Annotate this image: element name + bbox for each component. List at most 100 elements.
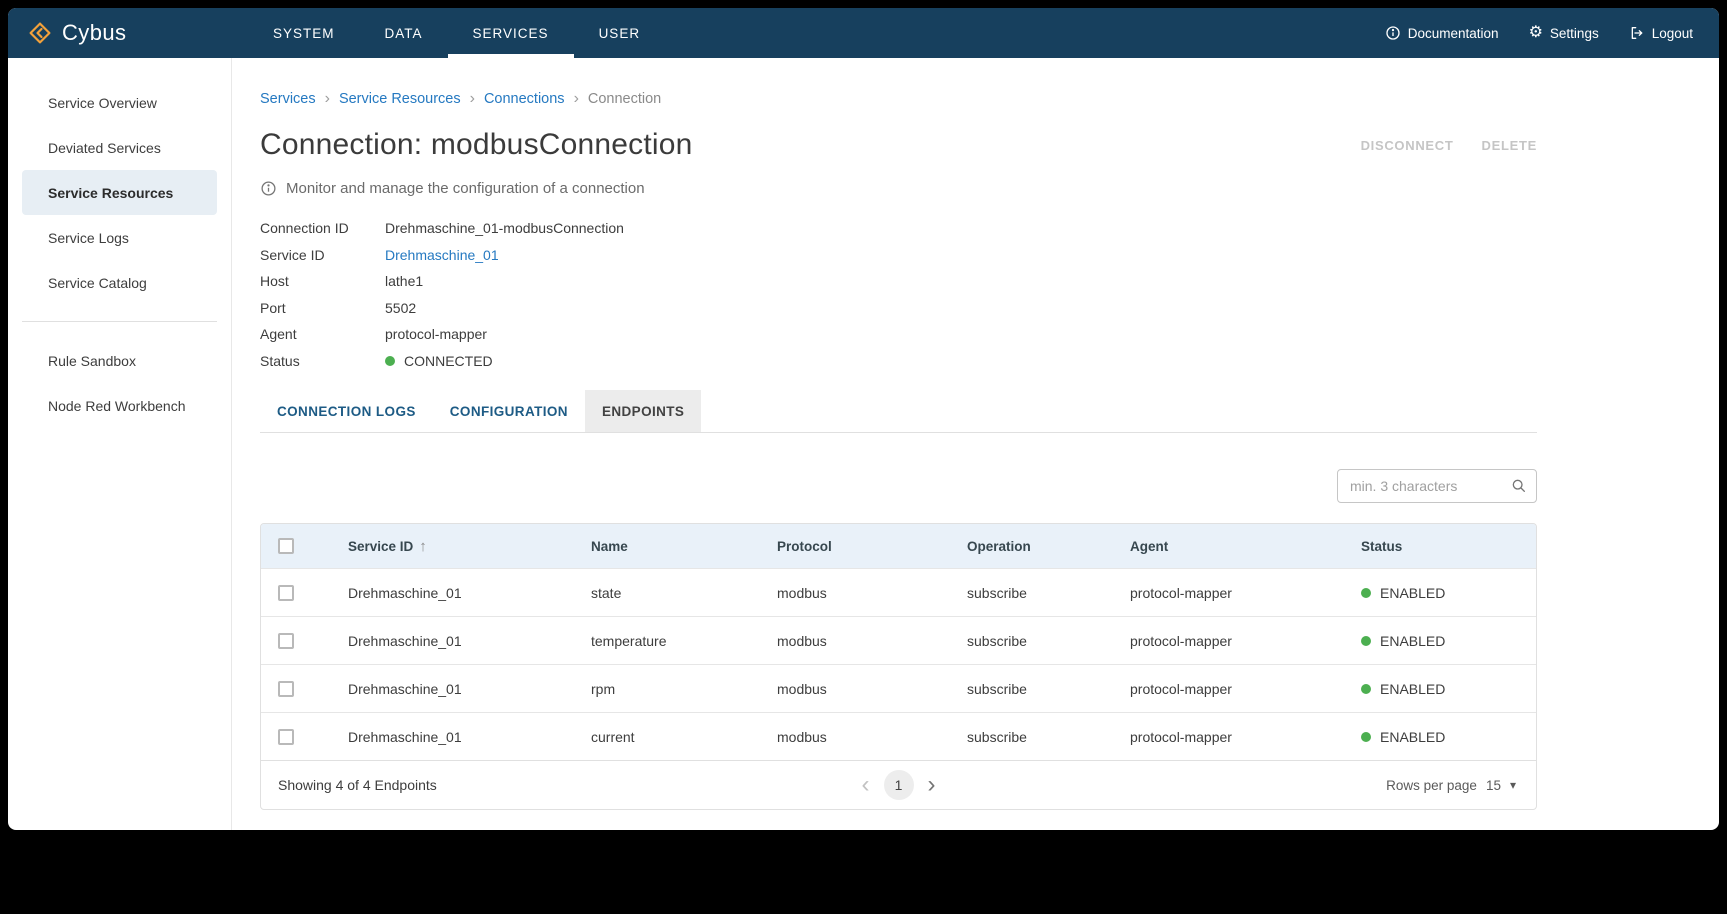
documentation-label: Documentation: [1408, 26, 1499, 41]
logout-button[interactable]: Logout: [1629, 25, 1693, 41]
table-row[interactable]: Drehmaschine_01 state modbus subscribe p…: [261, 568, 1536, 616]
detail-label: Connection ID: [260, 220, 385, 236]
status-badge: ENABLED: [1361, 681, 1445, 697]
cell-protocol: modbus: [761, 729, 951, 745]
detail-host: Host lathe1: [260, 268, 1537, 295]
logout-label: Logout: [1652, 26, 1693, 41]
previous-page-icon[interactable]: ‹: [862, 773, 870, 797]
breadcrumb-current: Connection: [588, 91, 661, 107]
nav-tab-data[interactable]: DATA: [360, 8, 448, 58]
gear-icon: ⚙: [1529, 25, 1543, 41]
tab-connection-logs[interactable]: CONNECTION LOGS: [260, 390, 433, 432]
status-text: ENABLED: [1380, 585, 1445, 601]
table-row[interactable]: Drehmaschine_01 current modbus subscribe…: [261, 712, 1536, 760]
info-icon: [260, 180, 277, 197]
sidebar-item-service-catalog[interactable]: Service Catalog: [22, 260, 217, 305]
cell-status: ENABLED: [1345, 729, 1536, 745]
brand[interactable]: Cybus: [8, 8, 234, 58]
column-header-service-id[interactable]: Service ID ↑: [332, 538, 575, 555]
main-content: Services › Service Resources › Connectio…: [232, 58, 1719, 830]
cell-name: current: [575, 729, 761, 745]
sidebar-item-node-red-workbench[interactable]: Node Red Workbench: [22, 383, 217, 428]
detail-service-id: Service ID Drehmaschine_01: [260, 242, 1537, 269]
port-value: 5502: [385, 300, 416, 316]
status-text: ENABLED: [1380, 729, 1445, 745]
sidebar-item-service-logs[interactable]: Service Logs: [22, 215, 217, 260]
row-checkbox[interactable]: [278, 633, 294, 649]
select-all-checkbox[interactable]: [278, 538, 294, 554]
page-1-button[interactable]: 1: [884, 770, 914, 800]
detail-label: Agent: [260, 326, 385, 342]
status-dot-icon: [1361, 684, 1371, 694]
row-checkbox[interactable]: [278, 585, 294, 601]
disconnect-button[interactable]: DISCONNECT: [1361, 138, 1454, 153]
table-header-row: Service ID ↑ Name Protocol Operation Age…: [261, 524, 1536, 568]
detail-connection-id: Connection ID Drehmaschine_01-modbusConn…: [260, 215, 1537, 242]
search-input[interactable]: [1337, 469, 1537, 503]
table-row[interactable]: Drehmaschine_01 rpm modbus subscribe pro…: [261, 664, 1536, 712]
detail-status: Status CONNECTED: [260, 348, 1537, 375]
top-navbar: Cybus SYSTEM DATA SERVICES USER Document…: [8, 8, 1719, 58]
cell-operation: subscribe: [951, 729, 1114, 745]
column-header-status[interactable]: Status: [1345, 539, 1536, 554]
endpoints-table: Service ID ↑ Name Protocol Operation Age…: [260, 523, 1537, 810]
rows-per-page-select[interactable]: Rows per page 15 ▾: [1386, 778, 1536, 793]
page-title: Connection: modbusConnection: [260, 128, 693, 162]
cell-name: state: [575, 585, 761, 601]
breadcrumb-service-resources[interactable]: Service Resources: [339, 91, 461, 107]
status-text: ENABLED: [1380, 681, 1445, 697]
column-label: Service ID: [348, 539, 413, 554]
search-icon[interactable]: [1511, 478, 1527, 494]
sidebar-item-deviated-services[interactable]: Deviated Services: [22, 125, 217, 170]
connection-details: Connection ID Drehmaschine_01-modbusConn…: [260, 215, 1537, 374]
detail-port: Port 5502: [260, 295, 1537, 322]
documentation-link[interactable]: Documentation: [1385, 25, 1499, 41]
status-dot-icon: [1361, 732, 1371, 742]
breadcrumb-connections[interactable]: Connections: [484, 91, 565, 107]
connection-id-value: Drehmaschine_01-modbusConnection: [385, 220, 624, 236]
tab-endpoints[interactable]: ENDPOINTS: [585, 390, 701, 432]
column-header-agent[interactable]: Agent: [1114, 539, 1345, 554]
page-actions: DISCONNECT DELETE: [1361, 138, 1537, 153]
breadcrumb-services[interactable]: Services: [260, 91, 316, 107]
column-header-protocol[interactable]: Protocol: [761, 539, 951, 554]
sidebar-item-service-overview[interactable]: Service Overview: [22, 80, 217, 125]
next-page-icon[interactable]: ›: [928, 773, 936, 797]
navbar-utilities: Documentation ⚙ Settings Logout: [1385, 8, 1719, 58]
app-window: Cybus SYSTEM DATA SERVICES USER Document…: [8, 8, 1719, 830]
service-id-link[interactable]: Drehmaschine_01: [385, 247, 499, 263]
delete-button[interactable]: DELETE: [1482, 138, 1537, 153]
cell-status: ENABLED: [1345, 633, 1536, 649]
nav-tab-services[interactable]: SERVICES: [448, 8, 574, 58]
chevron-right-icon: ›: [325, 90, 330, 108]
column-header-name[interactable]: Name: [575, 539, 761, 554]
row-checkbox[interactable]: [278, 729, 294, 745]
sort-asc-icon[interactable]: ↑: [419, 538, 427, 555]
cell-operation: subscribe: [951, 585, 1114, 601]
sidebar: Service Overview Deviated Services Servi…: [8, 58, 232, 830]
tab-configuration[interactable]: CONFIGURATION: [433, 390, 585, 432]
results-summary: Showing 4 of 4 Endpoints: [261, 777, 437, 793]
sidebar-item-rule-sandbox[interactable]: Rule Sandbox: [22, 338, 217, 383]
cell-agent: protocol-mapper: [1114, 585, 1345, 601]
column-header-operation[interactable]: Operation: [951, 539, 1114, 554]
detail-agent: Agent protocol-mapper: [260, 321, 1537, 348]
cell-protocol: modbus: [761, 633, 951, 649]
cell-service-id: Drehmaschine_01: [332, 729, 575, 745]
table-row[interactable]: Drehmaschine_01 temperature modbus subsc…: [261, 616, 1536, 664]
page-subtitle: Monitor and manage the configuration of …: [260, 180, 1537, 197]
cell-agent: protocol-mapper: [1114, 633, 1345, 649]
table-footer: Showing 4 of 4 Endpoints ‹ 1 › Rows per …: [261, 760, 1536, 809]
sidebar-item-service-resources[interactable]: Service Resources: [22, 170, 217, 215]
detail-tabs: CONNECTION LOGS CONFIGURATION ENDPOINTS: [260, 390, 1537, 433]
brand-name: Cybus: [62, 20, 126, 46]
detail-label: Host: [260, 273, 385, 289]
settings-link[interactable]: ⚙ Settings: [1529, 25, 1599, 41]
nav-tab-system[interactable]: SYSTEM: [248, 8, 360, 58]
row-checkbox[interactable]: [278, 681, 294, 697]
subtitle-text: Monitor and manage the configuration of …: [286, 180, 645, 197]
status-text: CONNECTED: [404, 353, 493, 369]
cybus-logo-icon: [28, 21, 52, 45]
cell-protocol: modbus: [761, 681, 951, 697]
nav-tab-user[interactable]: USER: [574, 8, 666, 58]
